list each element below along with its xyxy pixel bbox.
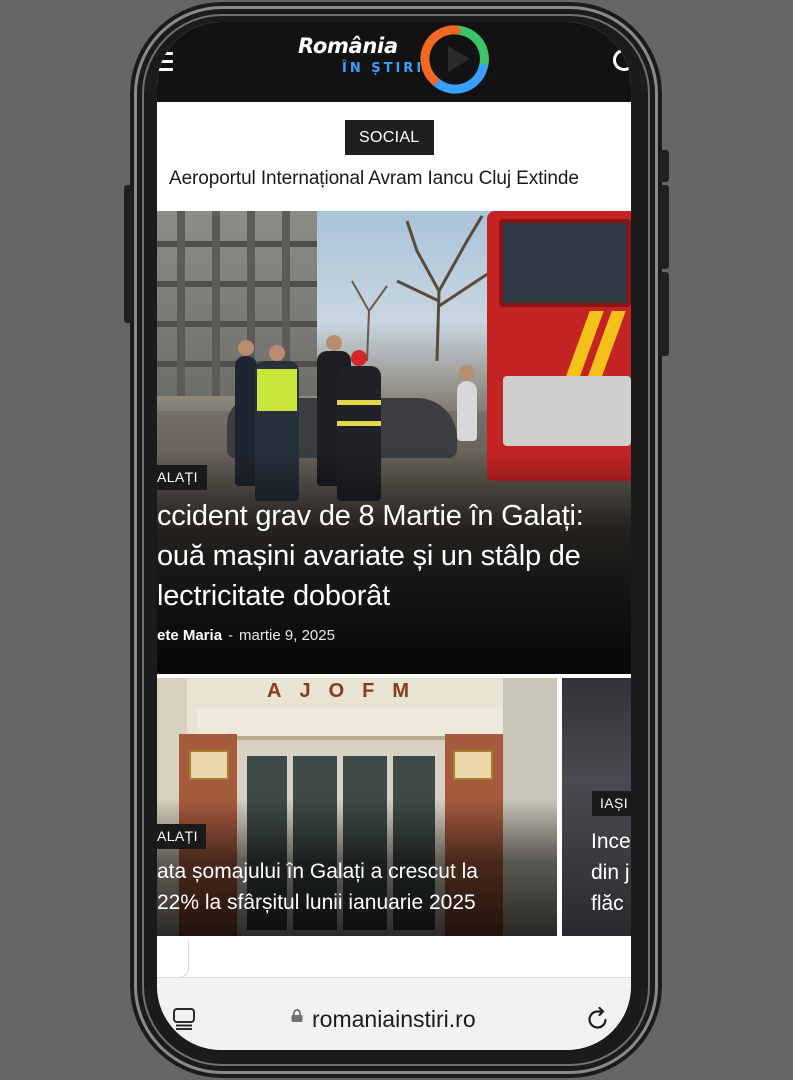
hero-title-line: ccident grav de 8 Martie în Galați: <box>157 500 584 532</box>
power-button <box>660 150 669 182</box>
hero-photo-bystander <box>457 365 477 441</box>
card-title-line: 22% la sfârșitul lunii ianuarie 2025 <box>157 891 476 914</box>
category-badge-social[interactable]: SOCIAL <box>345 120 434 155</box>
hero-title-line: lectricitate doborât <box>157 580 390 612</box>
volume-up-button <box>660 185 669 269</box>
featured-headline[interactable]: Aeroportul Internațional Avram Iancu Clu… <box>169 168 579 190</box>
article-card[interactable]: IAȘI Ince din j flăc <box>562 678 631 936</box>
lock-icon <box>291 1009 303 1022</box>
hero-category-badge[interactable]: ALAȚI <box>157 465 207 490</box>
browser-toolbar: romaniainstiri.ro <box>157 977 631 1050</box>
meta-separator: - <box>228 627 234 644</box>
site-header: România ÎN ȘTIRI <box>157 22 631 102</box>
logo-word-in-stiri: ÎN ȘTIRI <box>342 61 425 76</box>
hero-title-line: ouă mașini avariate și un stâlp de <box>157 540 581 572</box>
action-button <box>124 185 132 323</box>
tabs-icon[interactable] <box>173 1008 195 1030</box>
phone-screen: România ÎN ȘTIRI SOCIAL Aeroportul Inter… <box>157 22 631 1050</box>
card-title[interactable]: Ince din j flăc <box>591 826 631 919</box>
hero-meta: ete Maria - martie 9, 2025 <box>157 627 335 644</box>
hero-author[interactable]: ete Maria <box>157 627 222 644</box>
pagination-tab[interactable] <box>157 941 189 978</box>
logo-word-romania: România <box>298 34 398 58</box>
card-title-line: ata șomajului în Galați a crescut la <box>157 860 478 883</box>
card-title-line: flăc <box>591 892 624 915</box>
card-title-line: din j <box>591 861 630 884</box>
card-title[interactable]: ata șomajului în Galați a crescut la 22%… <box>157 856 478 918</box>
search-icon[interactable] <box>613 49 631 71</box>
hero-article[interactable]: ALAȚI ccident grav de 8 Martie în Galați… <box>157 211 631 674</box>
page-content: SOCIAL Aeroportul Internațional Avram Ia… <box>157 102 631 982</box>
card-category-badge[interactable]: IAȘI <box>592 791 631 816</box>
logo-play-icon <box>420 25 489 94</box>
card-category-badge[interactable]: ALAȚI <box>157 824 206 849</box>
hero-date: martie 9, 2025 <box>239 627 335 644</box>
article-card[interactable]: AJOFM ALAȚI ata șomajului în Galați a cr… <box>157 678 557 936</box>
card-photo-sign: AJOFM <box>267 680 427 702</box>
card-photo-plaque <box>189 750 229 780</box>
address-bar-url[interactable]: romaniainstiri.ro <box>312 1006 476 1033</box>
hero-title[interactable]: ccident grav de 8 Martie în Galați: ouă … <box>157 496 631 616</box>
reload-icon[interactable] <box>586 1007 610 1031</box>
volume-down-button <box>660 272 669 356</box>
card-title-line: Ince <box>591 830 631 853</box>
hero-photo-fire-truck <box>487 211 631 481</box>
card-photo-plaque <box>453 750 493 780</box>
menu-icon[interactable] <box>157 52 173 72</box>
site-logo[interactable]: România ÎN ȘTIRI <box>298 24 492 94</box>
